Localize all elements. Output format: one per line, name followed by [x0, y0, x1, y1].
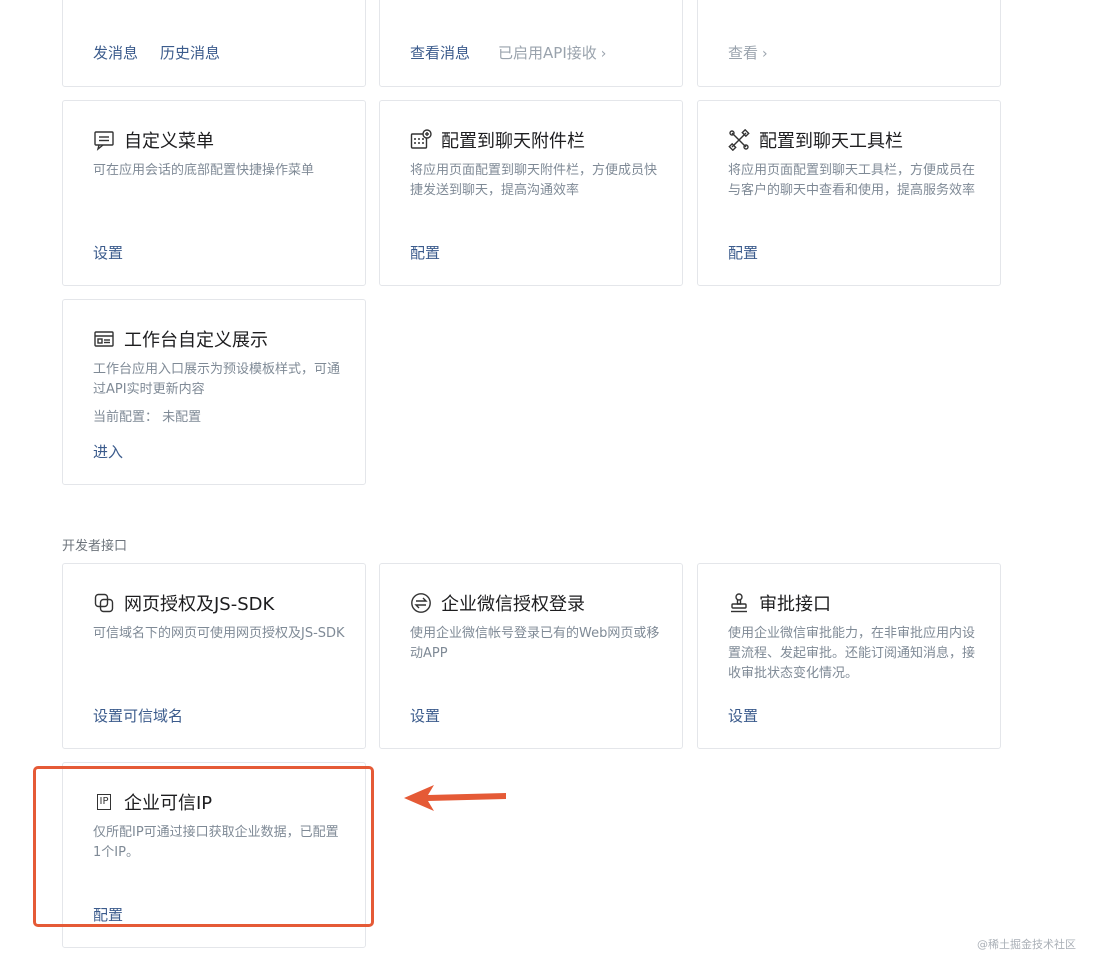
current-config: 当前配置： 未配置: [93, 406, 201, 425]
card-web-auth-jssdk: 网页授权及JS-SDK 可信域名下的网页可使用网页授权及JS-SDK 设置可信域…: [62, 563, 366, 749]
toolbar-icon: [728, 129, 750, 151]
card-actions: 设置: [93, 242, 123, 263]
menu-message-icon: [93, 129, 115, 151]
view-label: 查看: [728, 44, 759, 62]
chevron-right-icon: ›: [762, 46, 768, 62]
card-title-text: 网页授权及JS-SDK: [124, 594, 275, 615]
card-wecom-auth-login: 企业微信授权登录 使用企业微信帐号登录已有的Web网页或移动APP 设置: [379, 563, 683, 749]
card-actions: 设置: [410, 705, 440, 726]
setup-link[interactable]: 设置: [728, 705, 758, 726]
stamp-icon: [728, 592, 750, 614]
set-trusted-domain-link[interactable]: 设置可信域名: [93, 705, 183, 726]
card-title-text: 配置到聊天附件栏: [441, 131, 585, 152]
arrow-left-icon: [404, 785, 506, 811]
card-chat-toolbar: 配置到聊天工具栏 将应用页面配置到聊天工具栏，方便成员在与客户的聊天中查看和使用…: [697, 100, 1001, 286]
card-workbench-display: 工作台自定义展示 工作台应用入口展示为预设模板样式，可通过API实时更新内容 当…: [62, 299, 366, 485]
card-description: 使用企业微信审批能力，在非审批应用内设置流程、发起审批。还能订阅通知消息，接收审…: [728, 626, 976, 681]
card-approval-api: 审批接口 使用企业微信审批能力，在非审批应用内设置流程、发起审批。还能订阅通知消…: [697, 563, 1001, 749]
watermark: @稀土掘金技术社区: [977, 938, 1076, 951]
card-description: 工作台应用入口展示为预设模板样式，可通过API实时更新内容: [93, 362, 341, 397]
card-title-text: 工作台自定义展示: [124, 330, 268, 351]
card-actions: 配置: [728, 242, 758, 263]
card-description: 使用企业微信帐号登录已有的Web网页或移动APP: [410, 626, 660, 661]
setup-link[interactable]: 设置: [93, 242, 123, 263]
exchange-login-icon: [410, 592, 432, 614]
card-title: 配置到聊天工具栏: [728, 127, 903, 153]
card-title: 自定义菜单: [93, 127, 214, 153]
current-config-label: 当前配置：: [93, 410, 159, 425]
card-title-text: 企业微信授权登录: [441, 594, 585, 615]
card-title: 企业微信授权登录: [410, 590, 585, 616]
card-actions: 查看 ›: [728, 42, 768, 63]
configure-link[interactable]: 配置: [410, 242, 440, 263]
api-receive-link[interactable]: 已启用API接收 ›: [498, 42, 606, 63]
setup-link[interactable]: 设置: [410, 705, 440, 726]
card-view: 查看 ›: [697, 0, 1001, 87]
highlight-box: [33, 766, 374, 927]
configure-link[interactable]: 配置: [728, 242, 758, 263]
card-description: 可信域名下的网页可使用网页授权及JS-SDK: [93, 626, 345, 641]
workbench-card-icon: [93, 328, 115, 350]
enter-link[interactable]: 进入: [93, 441, 123, 462]
card-actions: 设置可信域名: [93, 705, 183, 726]
section-title-developer-api: 开发者接口: [62, 539, 128, 554]
card-description: 将应用页面配置到聊天工具栏，方便成员在与客户的聊天中查看和使用，提高服务效率: [728, 163, 976, 198]
web-auth-icon: [93, 592, 115, 614]
view-link[interactable]: 查看 ›: [728, 42, 768, 63]
card-description: 可在应用会话的底部配置快捷操作菜单: [93, 163, 315, 178]
view-message-link[interactable]: 查看消息: [410, 42, 470, 63]
card-title: 网页授权及JS-SDK: [93, 590, 274, 616]
card-actions: 设置: [728, 705, 758, 726]
api-receive-label: 已启用API接收: [498, 44, 597, 62]
card-actions: 配置: [410, 242, 440, 263]
card-actions: 进入: [93, 441, 123, 462]
chevron-right-icon: ›: [600, 46, 607, 62]
card-actions: 查看消息 已启用API接收 ›: [410, 42, 606, 63]
card-title-text: 配置到聊天工具栏: [759, 131, 903, 152]
card-custom-menu: 自定义菜单 可在应用会话的底部配置快捷操作菜单 设置: [62, 100, 366, 286]
card-title: 工作台自定义展示: [93, 326, 268, 352]
card-messages: 发消息 历史消息: [62, 0, 366, 87]
card-description: 将应用页面配置到聊天附件栏，方便成员快捷发送到聊天，提高沟通效率: [410, 163, 658, 198]
attachment-grid-plus-icon: [410, 129, 432, 151]
send-message-link[interactable]: 发消息: [93, 42, 138, 63]
history-message-link[interactable]: 历史消息: [160, 42, 220, 63]
card-chat-attachment: 配置到聊天附件栏 将应用页面配置到聊天附件栏，方便成员快捷发送到聊天，提高沟通效…: [379, 100, 683, 286]
card-title: 审批接口: [728, 590, 831, 616]
card-actions: 发消息 历史消息: [93, 42, 220, 63]
card-title: 配置到聊天附件栏: [410, 127, 585, 153]
card-title-text: 自定义菜单: [124, 131, 214, 152]
card-title-text: 审批接口: [759, 594, 831, 615]
current-config-value: 未配置: [162, 410, 202, 425]
card-receive-messages: 查看消息 已启用API接收 ›: [379, 0, 683, 87]
